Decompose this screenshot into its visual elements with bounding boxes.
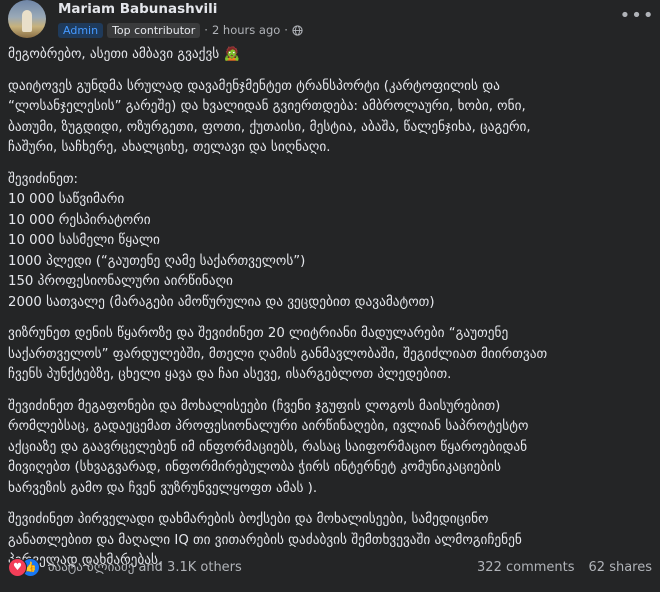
paragraph-line: რომლებსაც, გადაეცემათ პროფესიონალური აირ… <box>8 419 529 434</box>
list-title: შევიძინეთ: <box>8 171 78 187</box>
paragraph-line: “ლოსანჯელესის” გარეშე) და ხვალიდან გვიერ… <box>8 99 526 114</box>
purchase-list: შევიძინეთ: 10 000 საწვიმარი 10 000 რესპი… <box>8 170 648 314</box>
author-name[interactable]: Mariam Babunashvili <box>58 1 217 17</box>
paragraph-line: ჩაშური, საჩხერე, ახალციხე, თელავი და სიღ… <box>8 140 331 155</box>
paragraph-line: მივიღებთ (სხვაგვარად, ინფორმირებულობა ჭი… <box>8 460 501 475</box>
list-item: 1000 პლედი (“გაუთენე ღამე საქართველოს”) <box>8 253 306 269</box>
post-stats: 322 comments 62 shares <box>477 560 652 575</box>
paragraph-line: შევიძინეთ მეგაფონები და მოხალისეები (ჩვე… <box>8 398 501 414</box>
paragraph-line: ვიზრუნეთ დენის წყაროზე და შევიძინეთ 20 ლ… <box>8 326 509 341</box>
list-item: 150 პროფესიონალური აირწინაღი <box>8 274 233 289</box>
post-body: მეგობრებო, ასეთი ამბავი გვაქვს 🧟 დაიტოვე… <box>8 45 648 583</box>
paragraph-line: ბათუმი, ზუგდიდი, ოზურგეთი, ფოთი, ქუთაისი… <box>8 119 531 135</box>
admin-badge[interactable]: Admin <box>58 22 104 38</box>
heart-icon: ♥ <box>8 558 27 577</box>
list-item: 10 000 სასმელი წყალი <box>8 233 160 248</box>
intro-line: მეგობრებო, ასეთი ამბავი გვაქვს 🧟 <box>8 47 241 62</box>
reaction-summary[interactable]: პაატა ბლიაძე and 3.1K others <box>48 560 242 575</box>
list-item: 2000 სათვალე (მარაგები ამოწურულია და ვეც… <box>8 294 435 310</box>
meta-separator-2: · <box>284 23 288 37</box>
paragraph-2: ვიზრუნეთ დენის წყაროზე და შევიძინეთ 20 ლ… <box>8 324 648 386</box>
reaction-icons[interactable]: ♥ 👍 <box>8 558 42 577</box>
list-item: 10 000 რესპირატორი <box>8 212 151 228</box>
shares-count[interactable]: 62 shares <box>589 560 652 575</box>
post-footer: ♥ 👍 პაატა ბლიაძე and 3.1K others 322 com… <box>8 556 652 578</box>
avatar-figure <box>22 10 32 32</box>
avatar[interactable] <box>8 0 46 38</box>
paragraph-3: შევიძინეთ მეგაფონები და მოხალისეები (ჩვე… <box>8 397 648 500</box>
meta-separator: · <box>204 23 208 37</box>
paragraph-line: შევიძინეთ პირველადი დახმარების ბოქსები დ… <box>8 512 489 527</box>
paragraph-1: დაიტოვეს გუნდმა სრულად დავამენჯმენტეთ ტრ… <box>8 77 648 159</box>
more-options-button[interactable]: ••• <box>620 3 654 27</box>
post-header: Mariam Babunashvili Admin Top contributo… <box>0 0 660 40</box>
paragraph-line: განათლებით და მაღალი IQ თი ვითარების დაძ… <box>8 532 522 548</box>
post-meta: Admin Top contributor · 2 hours ago · <box>58 21 303 39</box>
post-time[interactable]: 2 hours ago <box>212 23 280 37</box>
globe-icon[interactable] <box>292 24 303 36</box>
top-contributor-badge[interactable]: Top contributor <box>107 22 201 38</box>
comments-count[interactable]: 322 comments <box>477 560 574 575</box>
post-intro: მეგობრებო, ასეთი ამბავი გვაქვს 🧟 <box>8 45 648 66</box>
paragraph-line: ხარვეზის გამო და ჩვენ ვუზრუნველყოფთ ამას… <box>8 480 318 496</box>
paragraph-line: საქართველოს” ფარდულებში, მთელი ღამის გან… <box>8 346 548 362</box>
list-item: 10 000 საწვიმარი <box>8 192 125 207</box>
paragraph-line: აქციაზე და გაავრცელებენ იმ ინფორმაციებს,… <box>8 439 528 455</box>
paragraph-line: ჩვენს პუნქტებზე, ცხელი ყავა და ჩაი ასევე… <box>8 367 452 382</box>
facebook-post: Mariam Babunashvili Admin Top contributo… <box>0 0 660 592</box>
paragraph-line: დაიტოვეს გუნდმა სრულად დავამენჯმენტეთ ტრ… <box>8 78 500 94</box>
